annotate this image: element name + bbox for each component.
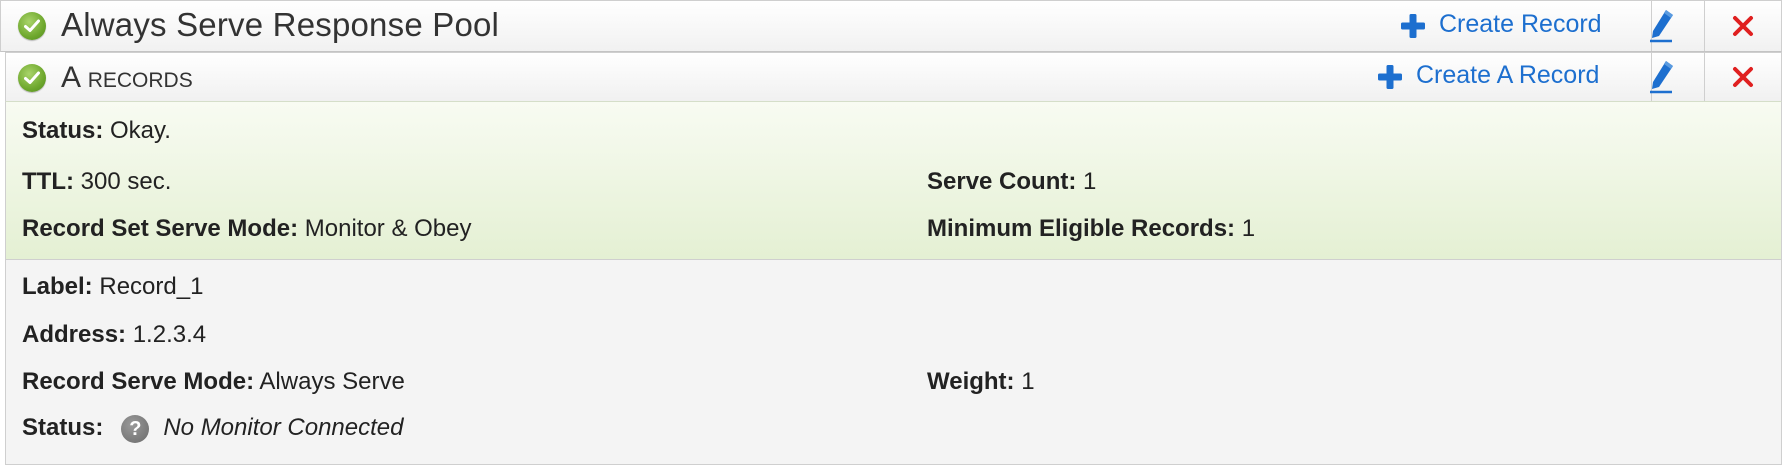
a-records-header: A records Create A Record <box>5 52 1782 102</box>
plus-icon <box>1401 14 1425 38</box>
address-row: Address: 1.2.3.4 <box>22 321 206 349</box>
pool-title: Always Serve Response Pool <box>61 6 500 43</box>
record-serve-mode-value: Always Serve <box>259 368 405 395</box>
record-label-label: Label: <box>22 273 93 300</box>
record-detail-panel: Label: Record_1 Address: 1.2.3.4 Record … <box>5 259 1782 465</box>
pool-header: Always Serve Response Pool Create Record <box>0 0 1782 52</box>
minimum-eligible-records-value: 1 <box>1241 215 1256 242</box>
create-record-label: Create Record <box>1439 10 1602 38</box>
label-row: Label: Record_1 <box>22 273 203 301</box>
record-set-serve-mode-value: Monitor & Obey <box>304 215 472 242</box>
record-set-serve-mode-label: Record Set Serve Mode: <box>22 215 299 242</box>
create-a-record-button[interactable]: Create A Record <box>1377 53 1617 102</box>
ttl-value: 300 sec. <box>80 168 172 195</box>
minimum-eligible-records-row: Minimum Eligible Records: 1 <box>927 215 1255 243</box>
pencil-icon[interactable] <box>1648 8 1676 44</box>
weight-label: Weight: <box>927 368 1015 395</box>
record-set-serve-mode-row: Record Set Serve Mode: Monitor & Obey <box>22 215 472 243</box>
address-label: Address: <box>22 321 127 348</box>
weight-row: Weight: 1 <box>927 368 1035 396</box>
record-label-value: Record_1 <box>99 273 204 300</box>
record-serve-mode-label: Record Serve Mode: <box>22 368 255 395</box>
minimum-eligible-records-label: Minimum Eligible Records: <box>927 215 1236 242</box>
records-title-rest: records <box>87 61 193 94</box>
record-serve-mode-row: Record Serve Mode: Always Serve <box>22 368 405 396</box>
create-record-button[interactable]: Create Record <box>1400 1 1610 51</box>
serve-count-row: Serve Count: 1 <box>927 168 1096 196</box>
address-value: 1.2.3.4 <box>132 321 207 348</box>
record-status-label: Status: <box>22 414 104 441</box>
ttl-label: TTL: <box>22 168 74 195</box>
serve-count-value: 1 <box>1083 168 1097 195</box>
pencil-icon[interactable] <box>1648 59 1676 95</box>
weight-value: 1 <box>1021 368 1035 395</box>
ttl-row: TTL: 300 sec. <box>22 168 171 196</box>
check-circle-icon <box>18 64 46 92</box>
status-label: Status: <box>22 117 104 144</box>
records-title: A records <box>61 61 193 95</box>
close-icon[interactable] <box>1732 66 1754 88</box>
record-status-value: No Monitor Connected <box>163 414 404 441</box>
question-icon[interactable]: ? <box>121 414 150 443</box>
check-circle-icon <box>18 12 46 40</box>
close-icon[interactable] <box>1732 15 1754 37</box>
record-status-row: Status:? No Monitor Connected <box>22 414 403 443</box>
create-a-record-label: Create A Record <box>1416 61 1600 89</box>
plus-icon <box>1378 65 1402 89</box>
status-row: Status: Okay. <box>22 117 171 145</box>
status-value: Okay. <box>110 117 171 144</box>
records-title-initial: A <box>61 61 80 94</box>
serve-count-label: Serve Count: <box>927 168 1077 195</box>
record-set-status-panel: Status: Okay. TTL: 300 sec. Serve Count:… <box>5 101 1782 261</box>
